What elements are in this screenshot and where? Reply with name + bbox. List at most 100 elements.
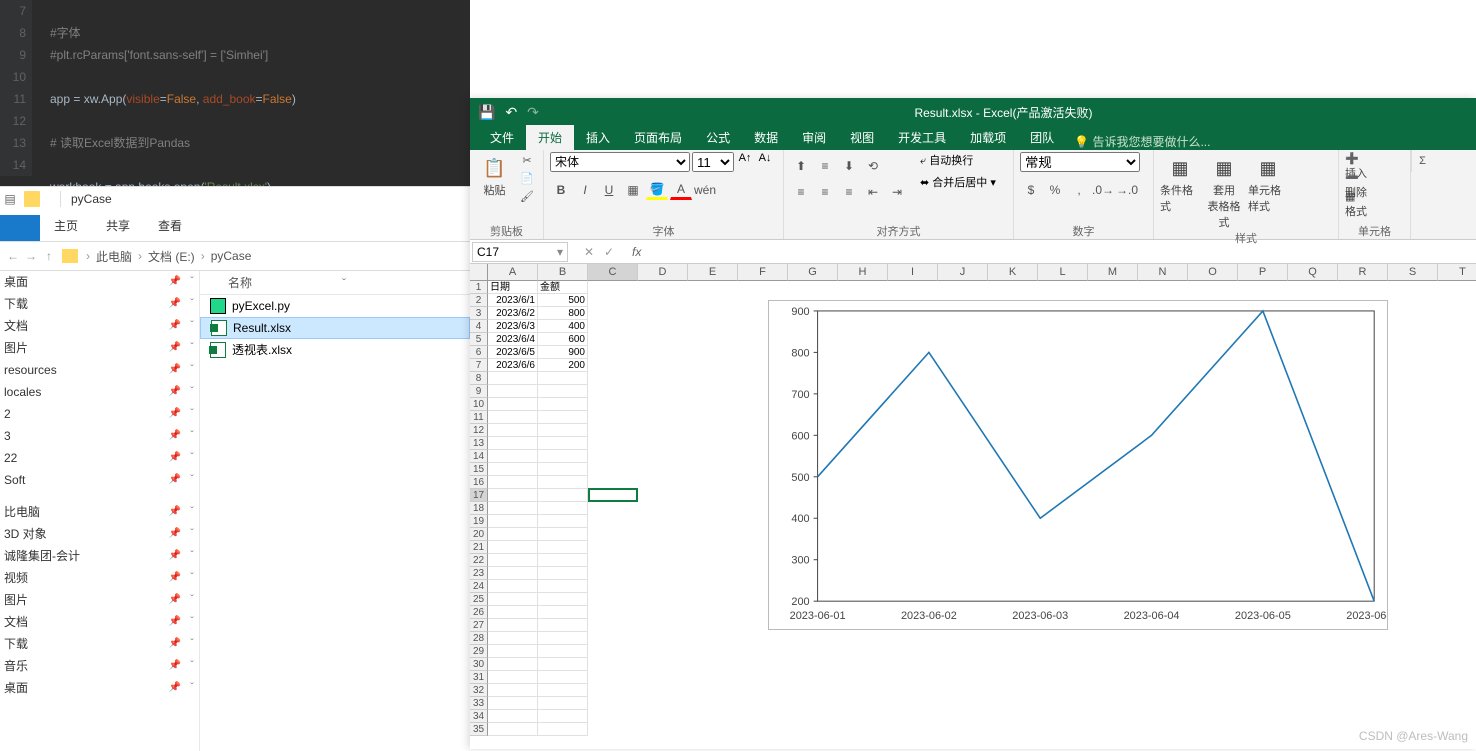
col-header[interactable]: P: [1238, 264, 1288, 281]
decrease-font-icon[interactable]: A↓: [756, 152, 774, 172]
tell-me[interactable]: 💡 告诉我您想要做什么...: [1074, 133, 1210, 150]
col-header[interactable]: F: [738, 264, 788, 281]
row-header[interactable]: 20: [470, 528, 488, 541]
row-header[interactable]: 4: [470, 320, 488, 333]
font-color-button[interactable]: A: [670, 180, 692, 200]
col-header[interactable]: B: [538, 264, 588, 281]
row-header[interactable]: 16: [470, 476, 488, 489]
align-center-icon[interactable]: ≡: [814, 182, 836, 202]
file-item[interactable]: pyExcel.py: [200, 295, 470, 317]
undo-icon[interactable]: ↶: [505, 104, 517, 121]
row-header[interactable]: 13: [470, 437, 488, 450]
save-icon[interactable]: 💾: [478, 104, 495, 121]
copy-icon[interactable]: 📄: [517, 172, 537, 188]
col-header[interactable]: E: [688, 264, 738, 281]
ribbon-tab[interactable]: 视图: [838, 125, 886, 150]
nav-tree[interactable]: 桌面📌ˇ下载📌ˇ文档📌ˇ图片📌ˇresources📌ˇlocales📌ˇ2📌ˇ3…: [0, 271, 200, 751]
ribbon-tab[interactable]: 数据: [742, 125, 790, 150]
formula-bar[interactable]: [645, 242, 1476, 262]
insert-cells-button[interactable]: ➕ 插入: [1345, 152, 1367, 170]
ribbon-tab[interactable]: 页面布局: [622, 125, 694, 150]
tree-item[interactable]: 2📌ˇ: [0, 403, 199, 425]
col-header[interactable]: G: [788, 264, 838, 281]
row-header[interactable]: 27: [470, 619, 488, 632]
col-header[interactable]: T: [1438, 264, 1476, 281]
ribbon-tab[interactable]: 公式: [694, 125, 742, 150]
row-header[interactable]: 17: [470, 489, 488, 502]
embedded-chart[interactable]: 2003004005006007008009002023-06-012023-0…: [768, 300, 1388, 630]
col-header[interactable]: Q: [1288, 264, 1338, 281]
tree-item[interactable]: 图片📌ˇ: [0, 589, 199, 611]
font-select[interactable]: 宋体: [550, 152, 690, 172]
delete-cells-button[interactable]: ➖ 删除: [1345, 171, 1367, 189]
row-header[interactable]: 34: [470, 710, 488, 723]
ribbon-tab[interactable]: 插入: [574, 125, 622, 150]
row-header[interactable]: 22: [470, 554, 488, 567]
row-header[interactable]: 5: [470, 333, 488, 346]
align-left-icon[interactable]: ≡: [790, 182, 812, 202]
tree-item[interactable]: locales📌ˇ: [0, 381, 199, 403]
ribbon-tab[interactable]: 开发工具: [886, 125, 958, 150]
file-item[interactable]: Result.xlsx: [200, 317, 470, 339]
align-right-icon[interactable]: ≡: [838, 182, 860, 202]
indent-inc-icon[interactable]: ⇥: [886, 182, 908, 202]
ribbon-tab[interactable]: 文件: [478, 125, 526, 150]
tree-item[interactable]: 桌面📌ˇ: [0, 271, 199, 293]
tree-item[interactable]: 3D 对象📌ˇ: [0, 523, 199, 545]
row-header[interactable]: 10: [470, 398, 488, 411]
col-header[interactable]: M: [1088, 264, 1138, 281]
row-header[interactable]: 11: [470, 411, 488, 424]
col-header[interactable]: D: [638, 264, 688, 281]
accept-icon[interactable]: ✓: [600, 245, 618, 259]
tree-item[interactable]: 22📌ˇ: [0, 447, 199, 469]
col-header[interactable]: C: [588, 264, 638, 281]
row-header[interactable]: 28: [470, 632, 488, 645]
col-header[interactable]: I: [888, 264, 938, 281]
paste-button[interactable]: 📋粘贴: [476, 152, 513, 198]
tree-item[interactable]: 3📌ˇ: [0, 425, 199, 447]
orientation-icon[interactable]: ⟲: [862, 156, 884, 176]
row-header[interactable]: 21: [470, 541, 488, 554]
tree-item[interactable]: 比电脑📌ˇ: [0, 501, 199, 523]
table-format-button[interactable]: ▦套用 表格格式: [1204, 152, 1244, 230]
underline-button[interactable]: U: [598, 180, 620, 200]
tree-item[interactable]: 视频📌ˇ: [0, 567, 199, 589]
tree-item[interactable]: 下载📌ˇ: [0, 633, 199, 655]
forward-button[interactable]: →: [22, 249, 40, 263]
tab-view[interactable]: 查看: [158, 215, 182, 237]
up-button[interactable]: ↑: [40, 249, 58, 263]
row-header[interactable]: 31: [470, 671, 488, 684]
ribbon-tab[interactable]: 开始: [526, 125, 574, 150]
pin-icon[interactable]: ▤: [0, 192, 20, 206]
col-header[interactable]: A: [488, 264, 538, 281]
row-header[interactable]: 32: [470, 684, 488, 697]
currency-icon[interactable]: $: [1020, 180, 1042, 200]
tree-item[interactable]: 诚隆集团-会计📌ˇ: [0, 545, 199, 567]
ribbon-tab[interactable]: 审阅: [790, 125, 838, 150]
tree-item[interactable]: 下载📌ˇ: [0, 293, 199, 315]
ribbon-file-tab[interactable]: [0, 215, 40, 241]
format-painter-icon[interactable]: 🖌: [517, 190, 537, 206]
tree-item[interactable]: 文档📌ˇ: [0, 315, 199, 337]
row-header[interactable]: 19: [470, 515, 488, 528]
row-header[interactable]: 30: [470, 658, 488, 671]
spreadsheet-grid[interactable]: ABCDEFGHIJKLMNOPQRST 1234567891011121314…: [470, 264, 1476, 749]
cell-styles-button[interactable]: ▦单元格样式: [1248, 152, 1288, 214]
row-header[interactable]: 12: [470, 424, 488, 437]
wrap-text-button[interactable]: ⤶ 自动换行: [920, 152, 996, 172]
row-header[interactable]: 2: [470, 294, 488, 307]
file-item[interactable]: 透视表.xlsx: [200, 339, 470, 361]
phonetic-button[interactable]: wén: [694, 180, 716, 200]
autosum-icon[interactable]: Σ: [1411, 150, 1433, 172]
increase-font-icon[interactable]: A↑: [736, 152, 754, 172]
row-header[interactable]: 7: [470, 359, 488, 372]
ribbon-tab[interactable]: 团队: [1018, 125, 1066, 150]
name-box[interactable]: C17▾: [472, 242, 568, 262]
col-header[interactable]: S: [1388, 264, 1438, 281]
align-mid-icon[interactable]: ≡: [814, 156, 836, 176]
fx-icon[interactable]: fx: [628, 245, 645, 259]
column-name[interactable]: 名称: [228, 271, 252, 294]
row-header[interactable]: 33: [470, 697, 488, 710]
row-header[interactable]: 8: [470, 372, 488, 385]
row-header[interactable]: 29: [470, 645, 488, 658]
